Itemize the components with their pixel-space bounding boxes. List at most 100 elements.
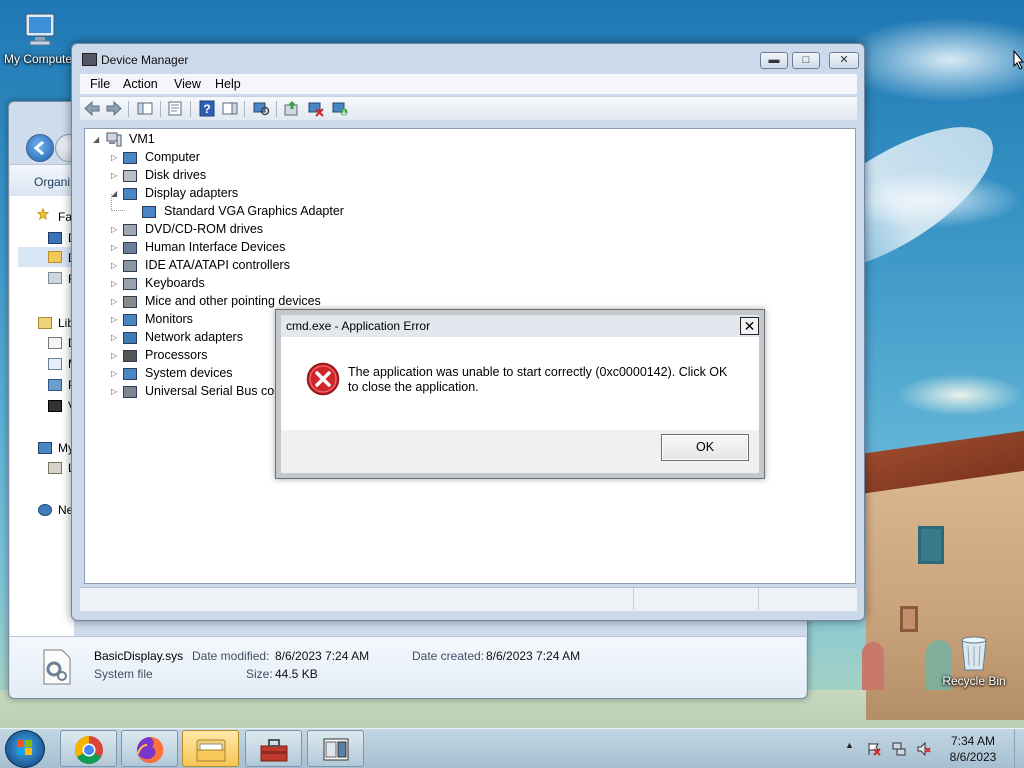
taskbar-app-file-explorer[interactable]: [182, 730, 239, 767]
minimize-icon: ▬: [768, 54, 780, 66]
explorer-details-pane: BasicDisplay.sys System file Date modifi…: [10, 636, 806, 698]
application-error-dialog[interactable]: cmd.exe - Application Error ✕ The applic…: [275, 309, 765, 479]
clock-time: 7:34 AM: [950, 734, 996, 748]
volume-muted-icon[interactable]: [917, 742, 931, 756]
menu-view[interactable]: View: [174, 77, 201, 91]
close-icon: ✕: [743, 318, 756, 334]
dvd-drive-icon: [123, 224, 137, 236]
computer-icon: [25, 13, 55, 46]
action-center-flag-icon[interactable]: [867, 742, 881, 756]
desktop-icon: [48, 232, 62, 244]
help-icon[interactable]: ?: [198, 100, 216, 117]
tree-node-label: IDE ATA/ATAPI controllers: [145, 258, 290, 272]
expand-triangle-icon[interactable]: ▷: [111, 153, 119, 163]
toolbar-separator: [190, 101, 191, 117]
show-hide-console-tree-icon[interactable]: [136, 100, 154, 117]
expand-triangle-icon[interactable]: ▷: [111, 333, 119, 343]
close-button[interactable]: ✕: [829, 52, 859, 69]
tree-node-label: VM1: [129, 132, 155, 146]
videos-icon: [48, 400, 62, 412]
tree-node-label: Display adapters: [145, 186, 239, 200]
expand-triangle-icon[interactable]: ▷: [111, 225, 119, 235]
recycle-bin-icon: [961, 636, 987, 671]
ok-button[interactable]: OK: [661, 434, 749, 461]
dialog-message: The application was unable to start corr…: [348, 365, 728, 394]
update-driver-icon[interactable]: [283, 100, 301, 117]
taskbar-app-toolbox[interactable]: [245, 730, 302, 767]
properties-icon[interactable]: [166, 100, 184, 117]
status-bar-pane: [758, 588, 857, 610]
disable-device-icon[interactable]: [307, 100, 325, 117]
details-size: 44.5 KB: [275, 667, 318, 681]
sidebar-selected-row: [18, 247, 74, 267]
expand-triangle-icon[interactable]: ▷: [111, 387, 119, 397]
tree-guide-line: [111, 194, 125, 211]
expand-triangle-icon[interactable]: ▷: [111, 261, 119, 271]
action-pane-icon[interactable]: [221, 100, 239, 117]
show-hidden-icons-button[interactable]: ▲: [845, 740, 854, 750]
collapse-triangle-icon[interactable]: ◢: [93, 135, 101, 145]
taskbar-app-firefox[interactable]: [121, 730, 178, 767]
network-icon[interactable]: [892, 742, 906, 756]
scan-hardware-changes-icon[interactable]: [252, 100, 270, 117]
maximize-button[interactable]: □: [792, 52, 820, 69]
expand-triangle-icon[interactable]: ▷: [111, 243, 119, 253]
taskbar-clock[interactable]: 7:34 AM 8/6/2023: [940, 733, 1006, 765]
show-desktop-button[interactable]: [1014, 729, 1024, 768]
taskbar-app-device-manager[interactable]: [307, 730, 364, 767]
toolbar-separator: [128, 101, 129, 117]
expand-triangle-icon[interactable]: ▷: [111, 297, 119, 307]
maximize-icon: □: [802, 54, 810, 66]
tree-node-label: Keyboards: [145, 276, 205, 290]
toolbox-icon: [260, 739, 288, 762]
details-file-name: BasicDisplay.sys: [94, 649, 184, 663]
tree-node-label: Processors: [145, 348, 208, 362]
tree-node-label: Mice and other pointing devices: [145, 294, 321, 308]
desktop-icon-my-computer[interactable]: My Computer: [0, 10, 80, 66]
system-file-icon: [43, 649, 71, 685]
close-icon: ✕: [839, 54, 849, 66]
menu-file[interactable]: File: [90, 77, 110, 91]
dialog-close-button[interactable]: ✕: [740, 317, 759, 335]
start-button[interactable]: [5, 730, 45, 768]
hid-icon: [123, 242, 137, 254]
taskbar: ▲ 7:34 AM 8/6/2023: [0, 728, 1024, 768]
computer-icon: [106, 132, 122, 147]
file-explorer-icon: [196, 739, 226, 762]
keyboard-icon: [123, 278, 137, 290]
enable-device-icon[interactable]: [331, 100, 349, 117]
back-arrow-icon[interactable]: [83, 100, 101, 117]
desktop-icon-label: My Computer: [3, 52, 77, 66]
organize-menu[interactable]: Organi: [34, 175, 70, 189]
display-adapter-icon: [142, 206, 156, 218]
computer-icon: [123, 152, 137, 164]
tree-node-label: System devices: [145, 366, 233, 380]
minimize-button[interactable]: ▬: [760, 52, 788, 69]
details-date-modified: 8/6/2023 7:24 AM: [275, 649, 370, 663]
expand-triangle-icon[interactable]: ▷: [111, 351, 119, 361]
recent-places-icon: [48, 272, 62, 284]
expand-triangle-icon[interactable]: ▷: [111, 315, 119, 325]
system-device-icon: [123, 368, 137, 380]
svg-text:?: ?: [203, 102, 210, 116]
ide-controller-icon: [123, 260, 137, 272]
menu-action[interactable]: Action: [123, 77, 158, 91]
tree-node-label: Network adapters: [145, 330, 243, 344]
monitor-icon: [123, 314, 137, 326]
toolbar: ?: [80, 96, 857, 120]
menu-help[interactable]: Help: [215, 77, 241, 91]
expand-triangle-icon[interactable]: ▷: [111, 369, 119, 379]
back-button[interactable]: [26, 134, 54, 162]
expand-triangle-icon[interactable]: ▷: [111, 171, 119, 181]
dialog-title: cmd.exe - Application Error: [286, 319, 431, 333]
documents-icon: [48, 337, 62, 349]
forward-arrow-icon[interactable]: [105, 100, 123, 117]
windows-logo-icon: [17, 740, 32, 755]
taskbar-app-chrome[interactable]: [60, 730, 117, 767]
desktop-icon-recycle-bin[interactable]: Recycle Bin: [934, 632, 1014, 688]
display-adapter-icon: [123, 188, 137, 200]
tree-node-label: Computer: [145, 150, 200, 164]
expand-triangle-icon[interactable]: ▷: [111, 279, 119, 289]
downloads-icon: [48, 251, 62, 263]
usb-icon: [123, 386, 137, 398]
